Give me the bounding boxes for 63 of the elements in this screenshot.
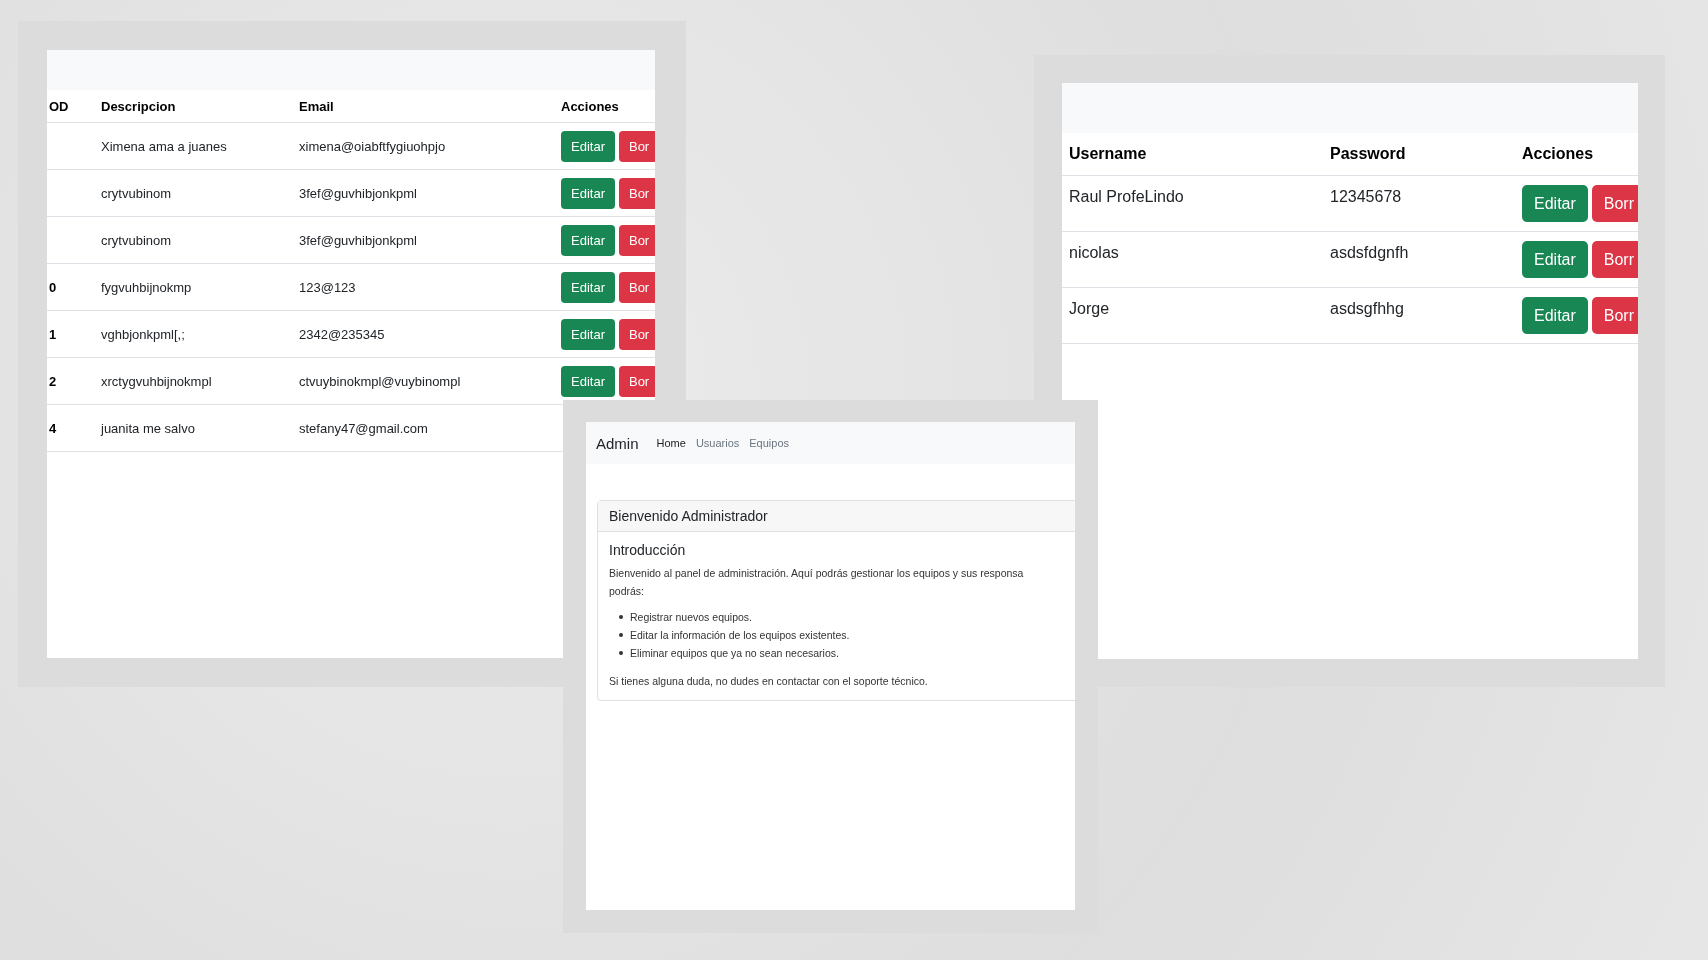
column-header: Acciones xyxy=(561,98,620,114)
edit-button[interactable]: Editar xyxy=(561,318,615,350)
table-cell-text: nicolas xyxy=(1068,243,1120,262)
table-cell-text: Raul ProfeLindo xyxy=(1068,187,1185,206)
column-header: Username xyxy=(1068,145,1148,163)
support-note: Si tienes alguna duda, no dudes en contactar con el soporte técnico. xyxy=(609,674,929,689)
edit-button[interactable]: Editar xyxy=(1522,185,1588,222)
table-cell-text: 2342@235345 xyxy=(299,326,386,342)
delete-button[interactable]: Bor xyxy=(618,318,655,350)
card-title: Bienvenido Administrador xyxy=(598,501,1075,532)
table-cell-text: xrctygvuhbijnokmpl xyxy=(101,373,213,389)
edit-button[interactable]: Editar xyxy=(561,271,615,303)
bullet-icon xyxy=(619,651,623,655)
table-cell-text: Ximena ama a juanes xyxy=(101,138,228,154)
list-item: Editar la información de los equipos existentes. xyxy=(630,628,850,643)
nav-link[interactable]: Home xyxy=(656,437,686,449)
list-item: Registrar nuevos equipos. xyxy=(630,610,752,625)
intro-paragraph: Bienvenido al panel de administración. Aquí podrás gestionar los equipos y sus responsa podrás: xyxy=(609,566,1025,599)
column-header: Acciones xyxy=(1522,145,1595,163)
table-cell-text: crytvubinom xyxy=(101,232,173,248)
column-header: OD xyxy=(48,98,70,114)
table-cell: 4 xyxy=(49,420,57,436)
table-cell: 1 xyxy=(49,326,57,342)
table-cell-text: asdsfdgnfh xyxy=(1330,243,1410,262)
column-header: Password xyxy=(1330,145,1407,163)
delete-button[interactable]: Bor xyxy=(618,130,655,162)
edit-button[interactable]: Editar xyxy=(561,177,615,209)
bullet-icon xyxy=(619,633,623,637)
delete-button[interactable]: Bor xyxy=(618,365,655,397)
table-cell: 0 xyxy=(49,279,57,295)
edit-button[interactable]: Editar xyxy=(561,365,615,397)
table-cell-text: juanita me salvo xyxy=(101,420,196,436)
brand-link[interactable]: Admin xyxy=(596,434,639,452)
delete-button[interactable]: Bor xyxy=(618,271,655,303)
table-cell-text: Jorge xyxy=(1068,299,1111,318)
table-cell-text: fygvuhbijnokmp xyxy=(101,279,193,295)
edit-button[interactable]: Editar xyxy=(561,130,615,162)
section-heading: Introducción xyxy=(609,542,687,558)
delete-button[interactable]: Borr xyxy=(1591,185,1638,222)
table-cell-text: 123@123 xyxy=(299,279,357,295)
table-cell-text: crytvubinom xyxy=(101,185,173,201)
list-item: Eliminar equipos que ya no sean necesarios. xyxy=(630,646,839,661)
table-cell-text: 12345678 xyxy=(1330,187,1403,206)
table-cell-text: ximena@oiabftfygiuohpjo xyxy=(299,138,447,154)
table-cell-text: vghbjonkpml[,; xyxy=(101,326,186,342)
table-cell-text: stefany47@gmail.com xyxy=(299,420,429,436)
table-cell-text: ctvuybinokmpl@vuybinompl xyxy=(299,373,462,389)
table-cell-text: 3fef@guvhibjonkpml xyxy=(299,185,418,201)
bullet-icon xyxy=(619,615,623,619)
table-cell-text: 3fef@guvhibjonkpml xyxy=(299,232,418,248)
table-cell: 2 xyxy=(49,373,57,389)
delete-button[interactable]: Borr xyxy=(1591,241,1638,278)
delete-button[interactable]: Borr xyxy=(1591,297,1638,334)
column-header: Email xyxy=(299,98,335,114)
delete-button[interactable]: Bor xyxy=(618,177,655,209)
edit-button[interactable]: Editar xyxy=(1522,241,1588,278)
table-cell-text: asdsgfhhg xyxy=(1330,299,1405,318)
edit-button[interactable]: Editar xyxy=(1522,297,1588,334)
nav-link[interactable]: Equipos xyxy=(749,437,790,449)
edit-button[interactable]: Editar xyxy=(561,224,615,256)
nav-link[interactable]: Usuarios xyxy=(695,437,740,449)
column-header: Descripcion xyxy=(101,98,177,114)
delete-button[interactable]: Bor xyxy=(618,224,655,256)
